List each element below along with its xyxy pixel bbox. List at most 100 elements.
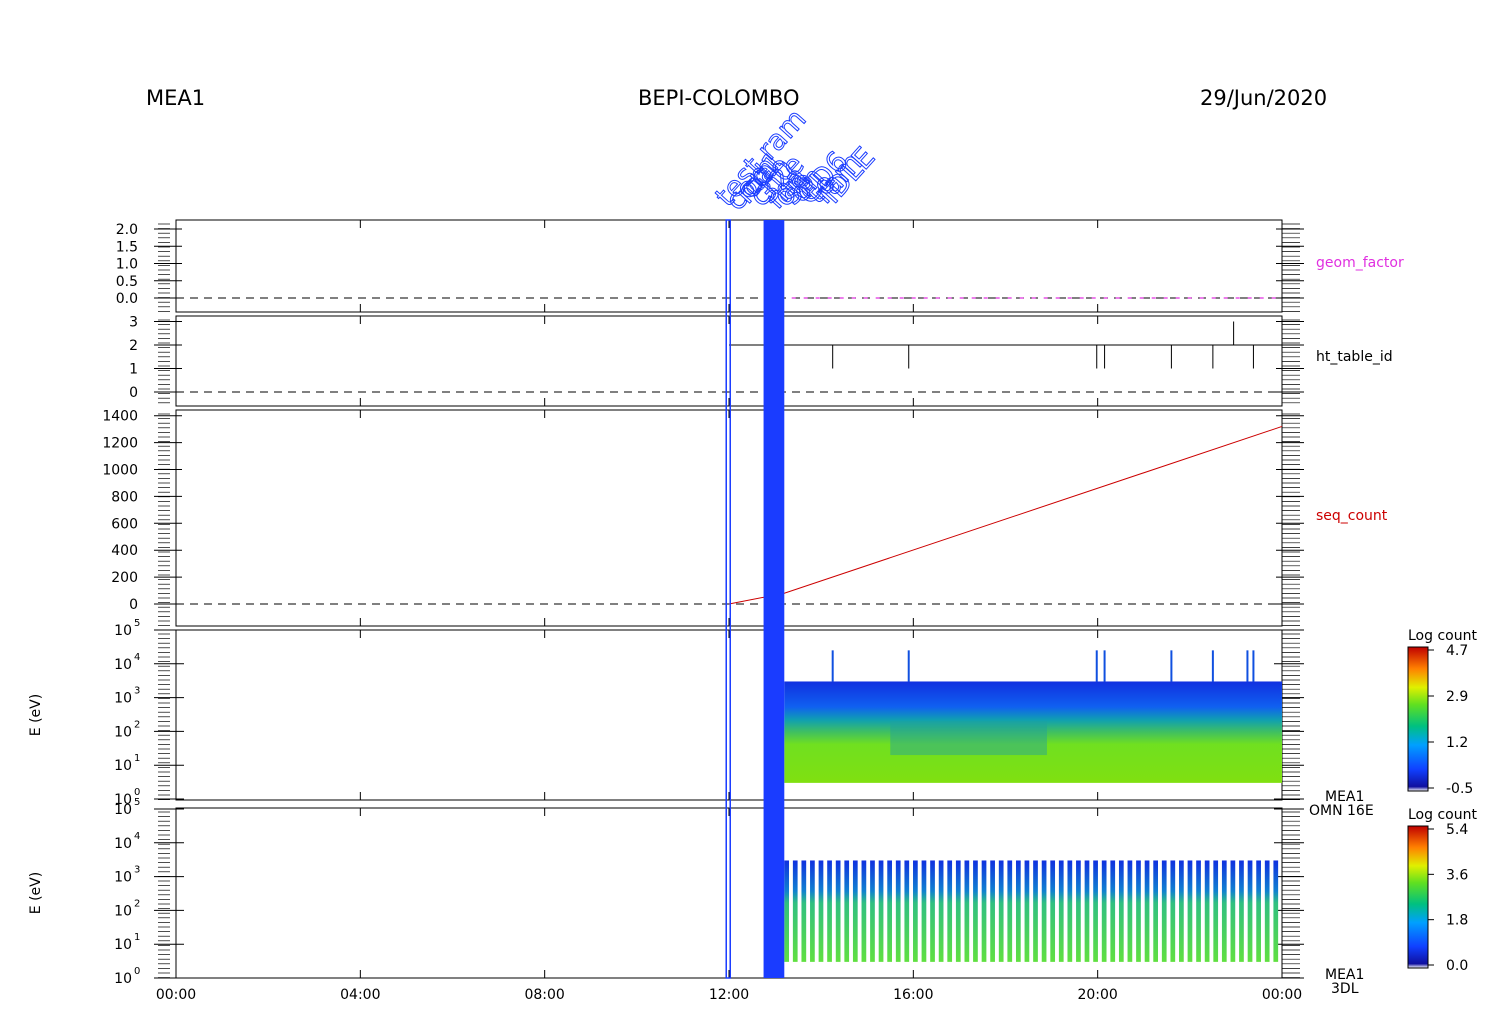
colorbar-1 bbox=[1407, 646, 1429, 792]
y-tick-exponent: 4 bbox=[134, 831, 140, 842]
spectrogram-stripe bbox=[827, 860, 832, 962]
y-axis-label: E (eV) bbox=[28, 694, 44, 736]
geom-factor-label: geom_factor bbox=[1316, 255, 1404, 271]
spectrogram-stripe bbox=[878, 860, 884, 962]
y-tick-label: 3 bbox=[129, 315, 138, 331]
y-tick-label: 800 bbox=[111, 489, 138, 505]
spectrogram-stripe bbox=[947, 860, 953, 962]
y-tick-exponent: 1 bbox=[134, 753, 140, 764]
y-tick-label: 1000 bbox=[102, 463, 138, 479]
event-bar bbox=[778, 220, 785, 978]
y-tick-label: 10 bbox=[114, 623, 132, 639]
header-mission: BEPI-COLOMBO bbox=[638, 86, 799, 110]
spectrogram-stripe bbox=[1187, 860, 1193, 962]
spectrogram-stripe bbox=[1136, 860, 1141, 962]
y-tick-exponent: 2 bbox=[134, 719, 140, 730]
spectrogram-stripe bbox=[1264, 860, 1270, 962]
spectrogram-stripe bbox=[792, 860, 798, 962]
colorbar-2 bbox=[1407, 825, 1429, 969]
spectrogram-stripe bbox=[1067, 860, 1073, 962]
spectrogram-stripe bbox=[1204, 860, 1210, 962]
y-tick-exponent: 2 bbox=[134, 898, 140, 909]
spectrogram-sublabel: 3DL bbox=[1331, 981, 1359, 997]
spectrogram-stripe bbox=[887, 860, 892, 962]
colorbar-tick-label: -0.5 bbox=[1446, 781, 1473, 797]
y-tick-label: 10 bbox=[114, 836, 132, 852]
spectrogram-stripe bbox=[1179, 860, 1184, 962]
colorbar-tick-label: 2.9 bbox=[1446, 689, 1468, 705]
colorbar-tick-label: 1.8 bbox=[1446, 913, 1468, 929]
spectrogram-stripe bbox=[981, 860, 987, 962]
spectrogram-stripe bbox=[904, 860, 910, 962]
spectrogram-stripe bbox=[964, 860, 970, 962]
spectrogram-stripe bbox=[1050, 860, 1056, 962]
y-tick-exponent: 1 bbox=[134, 932, 140, 943]
spectrogram-stripe bbox=[1101, 860, 1107, 962]
spectrogram-stripe bbox=[844, 860, 850, 962]
seq-count-line bbox=[728, 425, 1283, 605]
y-tick-exponent: 0 bbox=[134, 966, 140, 977]
colorbar-title: Log count bbox=[1408, 628, 1477, 644]
y-tick-exponent: 3 bbox=[134, 686, 140, 697]
spectrogram-stripe bbox=[1213, 860, 1219, 962]
spectrogram-stripe bbox=[1273, 860, 1279, 962]
x-tick-label: 16:00 bbox=[893, 987, 933, 1003]
y-tick-label: 0.0 bbox=[116, 291, 138, 307]
spectrogram-stripe bbox=[818, 860, 824, 962]
y-axis-label: E (eV) bbox=[28, 872, 44, 914]
y-tick-label: 10 bbox=[114, 724, 132, 740]
spectrogram-stripe bbox=[835, 860, 841, 962]
spectrogram-stripe bbox=[1153, 860, 1159, 962]
y-tick-label: 0.5 bbox=[116, 274, 138, 290]
spectrogram-stripe bbox=[1127, 860, 1133, 962]
spectrogram-stripe bbox=[1058, 860, 1064, 962]
y-tick-label: 10 bbox=[114, 802, 132, 818]
y-tick-exponent: 5 bbox=[134, 618, 140, 629]
spectrogram-stripe bbox=[1196, 860, 1201, 962]
spectrogram-stripe bbox=[784, 860, 790, 962]
y-tick-label: 1.0 bbox=[116, 257, 138, 273]
spectrogram-stripe bbox=[930, 860, 935, 962]
spectrogram-stripe bbox=[1239, 860, 1244, 962]
spectrogram-stripe bbox=[1247, 860, 1253, 962]
event-bar bbox=[725, 219, 731, 979]
spectrogram-stripe bbox=[913, 860, 918, 962]
y-tick-exponent: 4 bbox=[134, 652, 140, 663]
x-tick-label: 00:00 bbox=[156, 987, 196, 1003]
spectrogram-stripe bbox=[1076, 860, 1081, 962]
colorbar-tick-label: 0.0 bbox=[1446, 958, 1468, 974]
y-tick-label: 1400 bbox=[102, 409, 138, 425]
y-tick-label: 10 bbox=[114, 758, 132, 774]
y-tick-exponent: 3 bbox=[134, 865, 140, 876]
event-annotations: test ramcommacd1ch032emaonsponCD6toramID… bbox=[708, 102, 882, 217]
colorbars: Log count4.72.91.2-0.5Log count5.43.61.8… bbox=[1407, 628, 1477, 974]
y-tick-label: 200 bbox=[111, 570, 138, 586]
y-tick-label: 10 bbox=[114, 903, 132, 919]
spectrogram-stripe bbox=[895, 860, 901, 962]
spectrogram-region bbox=[890, 721, 1047, 756]
spectrogram-sublabel: OMN 16E bbox=[1309, 803, 1374, 819]
spectrogram-stripe bbox=[801, 860, 807, 962]
spectrogram-stripe bbox=[861, 860, 867, 962]
spectrogram-stripe bbox=[1084, 860, 1090, 962]
panels: 2.01.51.00.50.03210140012001000800600400… bbox=[28, 219, 1404, 997]
x-tick-label: 00:00 bbox=[1262, 987, 1302, 1003]
spectrogram-stripe bbox=[1170, 860, 1176, 962]
spectrogram-stripe bbox=[1033, 860, 1038, 962]
colorbar-tick-label: 1.2 bbox=[1446, 735, 1468, 751]
panel-frame-4 bbox=[175, 807, 1283, 979]
spectrogram-stripe bbox=[1110, 860, 1116, 962]
spectrogram-stripe bbox=[1118, 860, 1124, 962]
spectrogram-stripe bbox=[1144, 860, 1150, 962]
spectrogram-stripe bbox=[1230, 860, 1236, 962]
x-tick-label: 08:00 bbox=[524, 987, 564, 1003]
spectrogram-stripe bbox=[1015, 860, 1021, 962]
spectrogram-stripe bbox=[990, 860, 995, 962]
y-tick-label: 1 bbox=[129, 362, 138, 378]
y-tick-label: 0 bbox=[129, 597, 138, 613]
x-tick-label: 04:00 bbox=[340, 987, 380, 1003]
plot-canvas: MEA1 BEPI-COLOMBO 29/Jun/2020 test ramco… bbox=[28, 86, 1477, 1003]
y-tick-label: 10 bbox=[114, 657, 132, 673]
spectrogram-stripe bbox=[1093, 860, 1098, 962]
colorbar-title: Log count bbox=[1408, 807, 1477, 823]
